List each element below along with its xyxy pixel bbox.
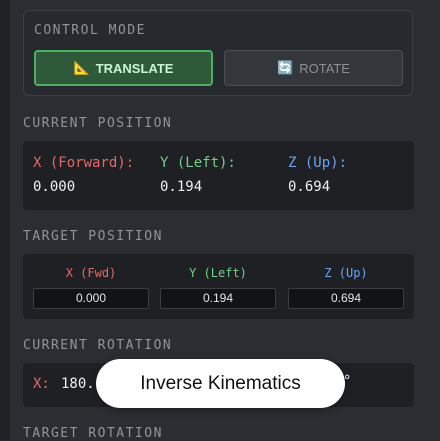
current-y-label: Y (Left): — [160, 155, 236, 171]
rotate-button[interactable]: 🔄 ROTATE — [224, 50, 403, 86]
target-y-input[interactable]: 0.194 — [160, 288, 276, 309]
control-mode-title: CONTROL MODE — [34, 23, 146, 38]
target-rotation-title: TARGET ROTATION — [23, 426, 163, 441]
panel-edge — [0, 0, 10, 440]
translate-label: TRANSLATE — [95, 60, 174, 76]
target-position-card — [23, 254, 414, 319]
translate-button[interactable]: 📐 TRANSLATE — [34, 50, 213, 86]
target-x-label: X (Fwd) — [65, 266, 117, 280]
rotate-icon: 🔄 — [277, 60, 294, 75]
target-z-input[interactable]: 0.694 — [288, 288, 404, 309]
rotation-x-value: 180. — [61, 376, 95, 392]
current-z-value: 0.694 — [288, 179, 331, 195]
rotation-x-label: X: — [33, 376, 50, 392]
current-rotation-title: CURRENT ROTATION — [23, 338, 173, 353]
target-position-title: TARGET POSITION — [23, 229, 163, 244]
current-x-label: X (Forward): — [33, 155, 135, 171]
ruler-icon: 📐 — [73, 60, 90, 75]
rotate-label: ROTATE — [299, 60, 350, 76]
toast-notification: Inverse Kinematics — [96, 359, 345, 408]
current-z-label: Z (Up): — [288, 155, 348, 171]
current-position-title: CURRENT POSITION — [23, 116, 173, 131]
target-y-label: Y (Left) — [189, 266, 247, 280]
current-position-card — [23, 141, 414, 210]
target-x-input[interactable]: 0.000 — [33, 288, 149, 309]
target-z-label: Z (Up) — [324, 266, 368, 280]
current-x-value: 0.000 — [33, 179, 76, 195]
current-y-value: 0.194 — [160, 179, 203, 195]
